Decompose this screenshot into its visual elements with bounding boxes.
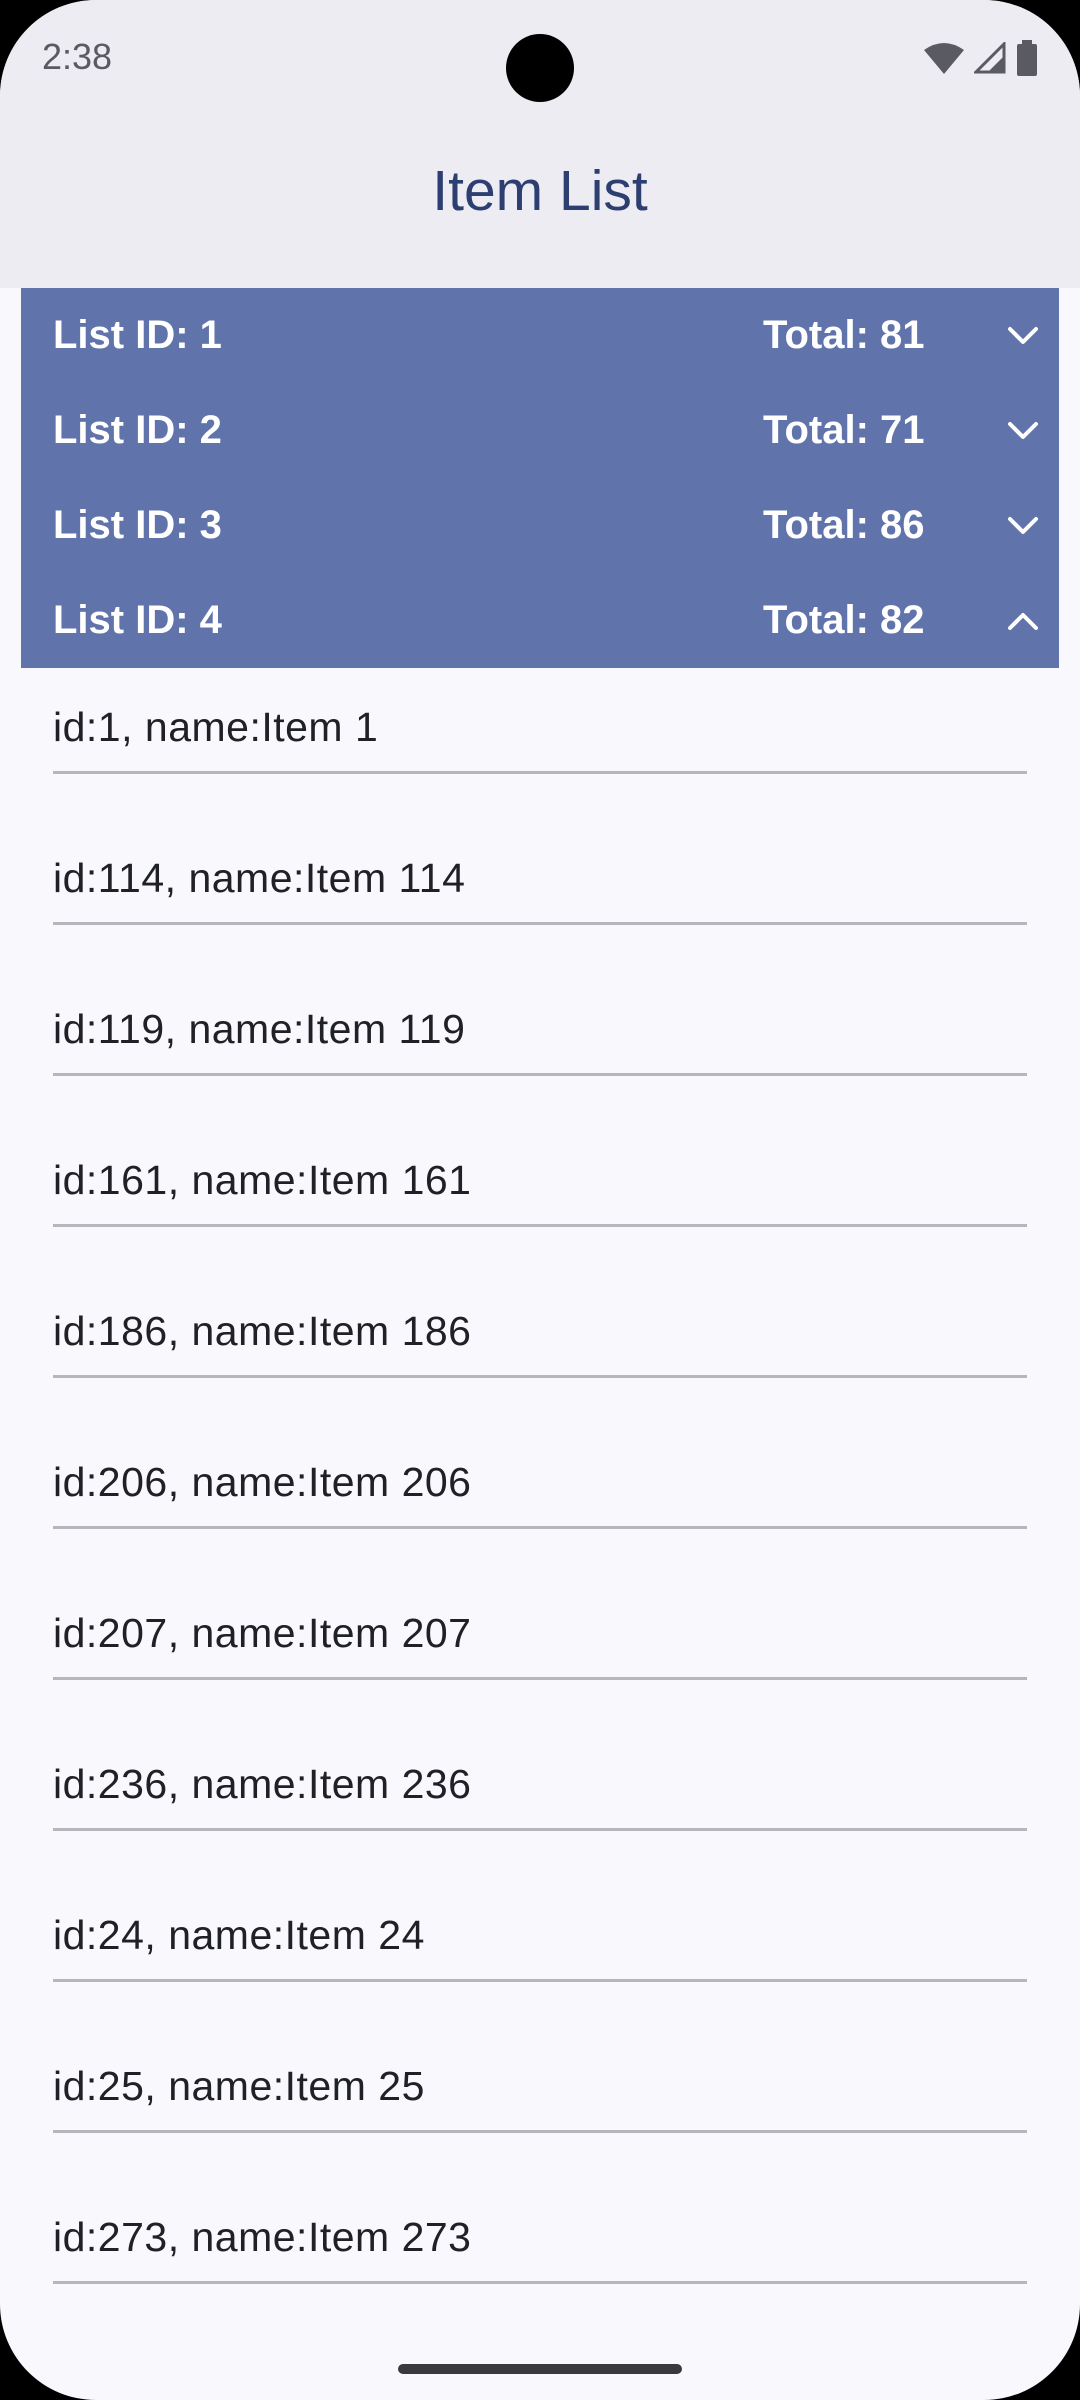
home-indicator[interactable] (398, 2364, 682, 2374)
divider (53, 1526, 1027, 1529)
camera-cutout (506, 34, 574, 102)
group-total-label: Total: 71 (763, 408, 925, 452)
group-header-4[interactable]: List ID: 4 Total: 82 (21, 573, 1059, 668)
phone-screen: 2:38 Item List List ID: 1 Total: 81 List… (0, 0, 1080, 2400)
group-header-2[interactable]: List ID: 2 Total: 71 (21, 383, 1059, 478)
divider (53, 1677, 1027, 1680)
list-item[interactable]: id:25, name:Item 25 (0, 2027, 1080, 2178)
list-item[interactable]: id:1, name:Item 1 (0, 668, 1080, 819)
group-total-label: Total: 86 (763, 503, 925, 547)
list-item[interactable]: id:119, name:Item 119 (0, 970, 1080, 1121)
group-id-label: List ID: 4 (53, 598, 222, 642)
list-item-label: id:236, name:Item 236 (53, 1761, 472, 1807)
divider (53, 1073, 1027, 1076)
battery-icon (1016, 40, 1038, 76)
chevron-down-icon[interactable] (1003, 411, 1043, 451)
status-time: 2:38 (42, 36, 113, 77)
list-item-label: id:24, name:Item 24 (53, 1912, 425, 1958)
divider (53, 771, 1027, 774)
group-id-label: List ID: 3 (53, 503, 222, 547)
page-title: Item List (432, 159, 648, 223)
divider (53, 1828, 1027, 1831)
list-item[interactable]: id:186, name:Item 186 (0, 1272, 1080, 1423)
app-bar: Item List (0, 130, 1080, 288)
divider (53, 1375, 1027, 1378)
chevron-up-icon[interactable] (1003, 601, 1043, 641)
list-item[interactable]: id:207, name:Item 207 (0, 1574, 1080, 1725)
divider (53, 1224, 1027, 1227)
list-item-label: id:25, name:Item 25 (53, 2063, 425, 2109)
divider (53, 2281, 1027, 2284)
group-headers: List ID: 1 Total: 81 List ID: 2 Total: 7… (21, 288, 1059, 668)
list-item-label: id:119, name:Item 119 (53, 1006, 466, 1052)
list-item[interactable]: id:236, name:Item 236 (0, 1725, 1080, 1876)
list-item[interactable]: id:206, name:Item 206 (0, 1423, 1080, 1574)
item-list: id:1, name:Item 1 id:114, name:Item 114 … (0, 668, 1080, 2329)
list-item-label: id:207, name:Item 207 (53, 1610, 472, 1656)
list-item[interactable]: id:24, name:Item 24 (0, 1876, 1080, 2027)
chevron-down-icon[interactable] (1003, 506, 1043, 546)
divider (53, 922, 1027, 925)
group-total-label: Total: 81 (763, 313, 925, 357)
group-id-label: List ID: 1 (53, 313, 222, 357)
list-item[interactable]: id:161, name:Item 161 (0, 1121, 1080, 1272)
list-item-label: id:114, name:Item 114 (53, 855, 466, 901)
status-bar: 2:38 (0, 0, 1080, 130)
list-item-label: id:206, name:Item 206 (53, 1459, 472, 1505)
cell-signal-icon (974, 42, 1006, 74)
group-id-label: List ID: 2 (53, 408, 222, 452)
list-item-label: id:1, name:Item 1 (53, 704, 379, 750)
list-item-label: id:186, name:Item 186 (53, 1308, 472, 1354)
chevron-down-icon[interactable] (1003, 316, 1043, 356)
list-item-label: id:161, name:Item 161 (53, 1157, 472, 1203)
list-item[interactable]: id:273, name:Item 273 (0, 2178, 1080, 2329)
list-item[interactable]: id:114, name:Item 114 (0, 819, 1080, 970)
list-item-label: id:273, name:Item 273 (53, 2214, 472, 2260)
group-header-1[interactable]: List ID: 1 Total: 81 (21, 288, 1059, 383)
status-icons (924, 40, 1038, 76)
group-header-3[interactable]: List ID: 3 Total: 86 (21, 478, 1059, 573)
wifi-icon (924, 42, 964, 74)
group-total-label: Total: 82 (763, 598, 925, 642)
divider (53, 1979, 1027, 1982)
divider (53, 2130, 1027, 2133)
